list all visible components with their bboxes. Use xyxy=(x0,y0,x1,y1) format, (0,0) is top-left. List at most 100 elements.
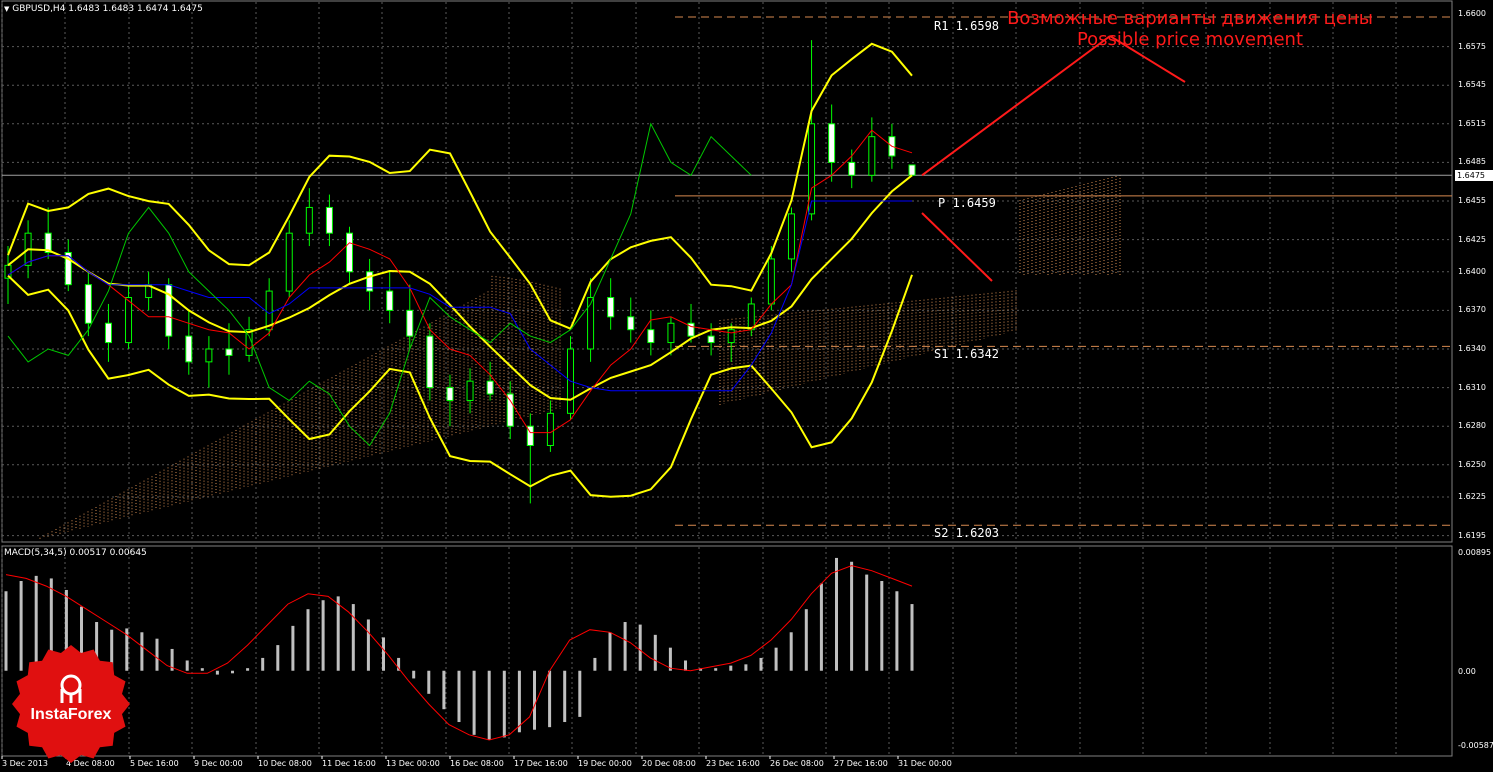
price-axis-tick: 1.6310 xyxy=(1458,382,1486,392)
macd-histogram-bar xyxy=(910,604,914,671)
price-axis-tick: 1.6545 xyxy=(1458,80,1486,90)
macd-histogram-bar xyxy=(653,634,657,671)
macd-histogram-bar xyxy=(517,670,521,733)
candle-body xyxy=(667,322,675,344)
trading-terminal-chart: ▼ GBPUSD,H4 1.6483 1.6483 1.6474 1.6475 … xyxy=(0,0,1493,772)
macd-axis-tick: -0.00587 xyxy=(1458,741,1493,750)
macd-histogram-bar xyxy=(276,645,280,671)
time-axis-tick: 5 Dec 16:00 xyxy=(130,759,179,768)
macd-histogram-bar xyxy=(623,622,627,671)
macd-histogram-bar xyxy=(578,670,582,717)
candle-body xyxy=(707,335,715,344)
candle-body xyxy=(325,206,333,234)
macd-histogram-bar xyxy=(382,637,385,671)
forecast-up-arrow xyxy=(921,35,1111,177)
forecast-annotation: Возможные варианты движения цены Possibl… xyxy=(1000,8,1380,50)
macd-histogram-bar xyxy=(306,609,310,671)
macd-histogram-bar xyxy=(835,557,838,671)
macd-histogram-bar xyxy=(533,670,536,730)
macd-histogram-bar xyxy=(774,647,778,671)
time-axis-tick: 11 Dec 16:00 xyxy=(322,759,376,768)
macd-panel-frame xyxy=(1,545,1453,757)
macd-title: MACD(5,34,5) 0.00517 0.00645 xyxy=(4,548,147,558)
candle-body xyxy=(406,309,414,337)
price-axis-tick: 1.6195 xyxy=(1458,530,1486,540)
time-axis-tick: 16 Dec 08:00 xyxy=(450,759,504,768)
candle-body xyxy=(727,329,735,344)
macd-histogram-bar xyxy=(427,670,431,694)
candle-body xyxy=(747,303,755,331)
price-axis-tick: 1.6515 xyxy=(1458,118,1486,128)
candle-body xyxy=(225,348,233,356)
macd-histogram-bar xyxy=(4,591,8,671)
price-axis-tick: 1.6455 xyxy=(1458,196,1486,205)
instaforex-logo-text: InstaForex xyxy=(30,706,112,723)
macd-histogram-bar xyxy=(744,664,748,671)
macd-histogram-bar xyxy=(215,670,219,675)
price-axis-tick: 1.6425 xyxy=(1458,234,1486,244)
candle-body xyxy=(104,322,112,344)
macd-histogram-bar xyxy=(729,665,733,671)
macd-histogram-bar xyxy=(261,657,265,671)
time-axis-tick: 31 Dec 00:00 xyxy=(898,759,952,768)
macd-histogram-bar xyxy=(140,632,144,671)
macd-histogram-bar xyxy=(759,657,763,671)
time-axis-tick: 10 Dec 08:00 xyxy=(258,759,312,768)
candle-body xyxy=(486,380,494,395)
candle-body xyxy=(828,123,836,163)
forecast-down-arrow xyxy=(921,212,993,282)
macd-histogram-bar xyxy=(487,670,491,740)
chart-canvas[interactable] xyxy=(0,0,1493,772)
macd-histogram-bar xyxy=(819,583,823,671)
macd-histogram-bar xyxy=(880,581,884,671)
kijun-sen-line xyxy=(7,200,912,392)
macd-histogram-bar xyxy=(684,660,687,671)
macd-histogram-bar xyxy=(850,561,854,671)
price-axis-tick: 1.6600 xyxy=(1458,9,1486,19)
macd-histogram-bar xyxy=(804,609,808,671)
macd-histogram-bar xyxy=(291,625,295,671)
macd-histogram-bar xyxy=(895,591,899,671)
price-axis-tick: 1.6485 xyxy=(1458,157,1486,167)
candle-body xyxy=(466,380,474,401)
macd-histogram-bar xyxy=(789,632,793,671)
collapse-triangle-icon[interactable]: ▼ xyxy=(4,5,9,13)
time-axis-tick: 13 Dec 00:00 xyxy=(386,759,440,768)
candle-body xyxy=(546,412,554,446)
macd-histogram-bar xyxy=(185,660,189,671)
instaforex-logo xyxy=(12,645,130,763)
macd-histogram-bar xyxy=(351,604,355,671)
macd-histogram-bar xyxy=(472,670,476,735)
level-s2-label: S2 1.6203 xyxy=(934,526,1000,540)
macd-histogram-bar xyxy=(714,668,718,671)
level-r1-label: R1 1.6598 xyxy=(934,19,1000,33)
candle-body xyxy=(205,348,213,363)
price-axis-tick: 1.6280 xyxy=(1458,421,1486,431)
candle-body xyxy=(607,297,615,318)
candle-body xyxy=(185,335,193,363)
price-axis-tick: 1.6400 xyxy=(1458,266,1486,276)
candle-body xyxy=(506,393,514,427)
candle-body xyxy=(787,213,795,260)
time-axis-tick: 20 Dec 08:00 xyxy=(642,759,696,768)
macd-histogram-bar xyxy=(593,657,597,671)
annotation-line-ru: Возможные варианты движения цены xyxy=(1007,8,1373,29)
candle-body xyxy=(305,206,313,234)
candle-body xyxy=(386,290,394,311)
candle-body xyxy=(767,258,775,305)
macd-histogram-bar xyxy=(563,670,567,723)
macd-histogram-bar xyxy=(608,632,612,671)
time-axis-tick: 23 Dec 16:00 xyxy=(706,759,760,768)
candle-body xyxy=(627,316,635,331)
level-s1-label: S1 1.6342 xyxy=(934,347,1000,361)
macd-histogram-bar xyxy=(200,668,204,671)
candle-body xyxy=(446,387,454,401)
macd-histogram-bar xyxy=(865,574,869,671)
candle-body xyxy=(285,232,293,292)
candle-body xyxy=(848,161,856,176)
macd-histogram-bar xyxy=(231,670,234,674)
candle-body xyxy=(125,297,133,344)
candle-body xyxy=(908,164,916,176)
price-axis-tick: 1.6575 xyxy=(1458,41,1486,51)
candle-body xyxy=(868,136,876,176)
